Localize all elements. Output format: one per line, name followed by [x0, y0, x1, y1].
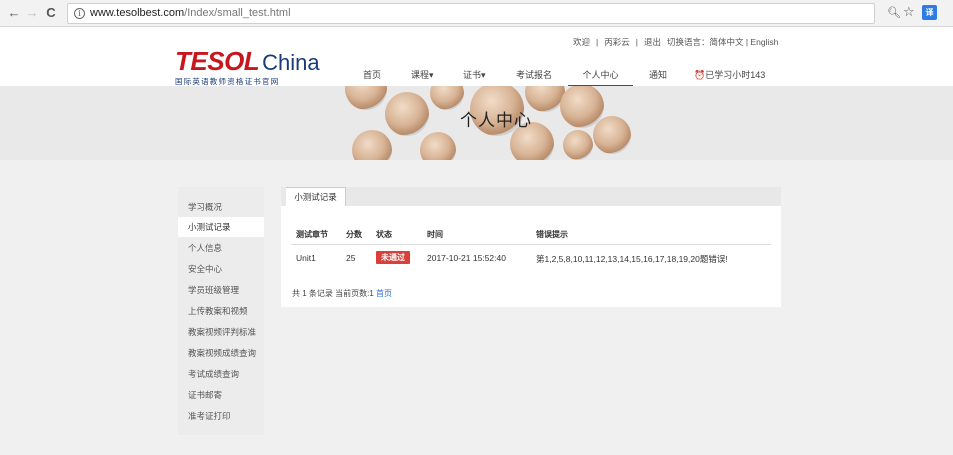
banner-face-image: [430, 86, 464, 110]
url-text: www.tesolbest.com/Index/small_test.html: [90, 7, 291, 19]
logout-link[interactable]: 退出: [644, 37, 661, 47]
banner-face-image: [420, 132, 456, 160]
banner-title: 个人中心: [460, 111, 532, 130]
sidebar-item-exam-scores[interactable]: 考试成绩查询: [178, 364, 264, 384]
info-icon[interactable]: i: [74, 8, 85, 19]
column-header-score: 分数: [346, 230, 362, 239]
cell-score: 25: [346, 253, 356, 263]
status-badge: 未通过: [376, 251, 410, 264]
column-header-errors: 错误提示: [536, 230, 568, 239]
site-logo[interactable]: TESOL China 国际英语教师资格证书官网: [175, 48, 320, 87]
column-header-time: 时间: [427, 230, 443, 239]
pagination-summary: 共 1 条记录 当前页数:1: [292, 289, 374, 298]
nav-home[interactable]: 首页: [363, 68, 381, 85]
sidebar-item-security[interactable]: 安全中心: [178, 259, 264, 279]
welcome-text: 欢迎: [573, 37, 591, 47]
separator: |: [596, 37, 599, 47]
nav-courses[interactable]: 课程▾: [411, 68, 434, 85]
banner-face-image: [563, 130, 593, 160]
column-header-status: 状态: [376, 230, 392, 239]
banner-face-image: [593, 116, 631, 154]
quiz-records-panel: 小测试记录 测试章节 分数 状态 时间 错误提示 Unit1 25 未通过 20…: [281, 187, 781, 307]
sidebar-item-personal-info[interactable]: 个人信息: [178, 238, 264, 258]
translate-extension-icon[interactable]: 译: [922, 5, 937, 20]
cell-time: 2017-10-21 15:52:40: [427, 253, 506, 263]
tab-quiz-records[interactable]: 小测试记录: [286, 187, 346, 206]
sidebar-item-grading-criteria[interactable]: 教案视频评判标准: [178, 322, 264, 342]
sidebar-item-certificate-mail[interactable]: 证书邮寄: [178, 385, 264, 405]
sidebar-item-upload-lesson[interactable]: 上传教案和视频: [178, 301, 264, 321]
sidebar: 学习概况 小测试记录 个人信息 安全中心 学员班级管理 上传教案和视频 教案视频…: [178, 187, 264, 435]
user-topbar: 欢迎 | 丙彩云 | 退出 切换语言：简体中文 | English: [570, 36, 781, 48]
forward-icon[interactable]: →: [24, 5, 40, 21]
star-icon[interactable]: ☆: [903, 4, 915, 20]
back-icon[interactable]: ←: [6, 5, 22, 21]
header-divider: [291, 244, 771, 245]
nav-personal-center[interactable]: 个人中心: [568, 68, 633, 87]
logo-brand: TESOL: [175, 46, 260, 76]
sidebar-item-quiz-records[interactable]: 小测试记录: [178, 217, 264, 237]
banner-face-image: [385, 92, 429, 136]
address-bar[interactable]: i www.tesolbest.com/Index/small_test.htm…: [67, 3, 875, 24]
cell-chapter: Unit1: [296, 253, 316, 263]
sidebar-item-video-scores[interactable]: 教案视频成绩查询: [178, 343, 264, 363]
sidebar-item-admission-ticket[interactable]: 准考证打印: [178, 406, 264, 426]
column-header-chapter: 测试章节: [296, 230, 328, 239]
url-path: /Index/small_test.html: [184, 7, 291, 19]
reload-icon[interactable]: C: [43, 5, 59, 21]
banner-face-image: [345, 86, 387, 110]
nav-exam-registration[interactable]: 考试报名: [516, 68, 552, 85]
browser-toolbar: ← → C i www.tesolbest.com/Index/small_te…: [0, 0, 953, 27]
sidebar-item-class-management[interactable]: 学员班级管理: [178, 280, 264, 300]
separator: |: [635, 37, 638, 47]
banner-face-image: [352, 130, 392, 160]
username-link[interactable]: 丙彩云: [604, 37, 630, 47]
cell-errors: 第1,2,5,8,10,11,12,13,14,15,16,17,18,19,2…: [536, 254, 728, 264]
banner: 个人中心: [0, 86, 953, 160]
sidebar-item-study-overview[interactable]: 学习概况: [178, 197, 264, 217]
study-hours: ⏰已学习小时143: [694, 70, 766, 80]
tab-strip: 小测试记录: [281, 187, 781, 206]
first-page-link[interactable]: 首页: [376, 289, 392, 298]
zoom-icon[interactable]: 🔍︎: [887, 6, 901, 19]
url-host: www.tesolbest.com: [90, 7, 185, 19]
language-switch[interactable]: 切换语言：简体中文 | English: [667, 37, 778, 47]
nav-notice[interactable]: 通知: [649, 68, 667, 85]
pagination: 共 1 条记录 当前页数:1 首页: [292, 288, 392, 299]
logo-china: China: [262, 50, 320, 75]
nav-certificates[interactable]: 证书▾: [463, 68, 486, 85]
